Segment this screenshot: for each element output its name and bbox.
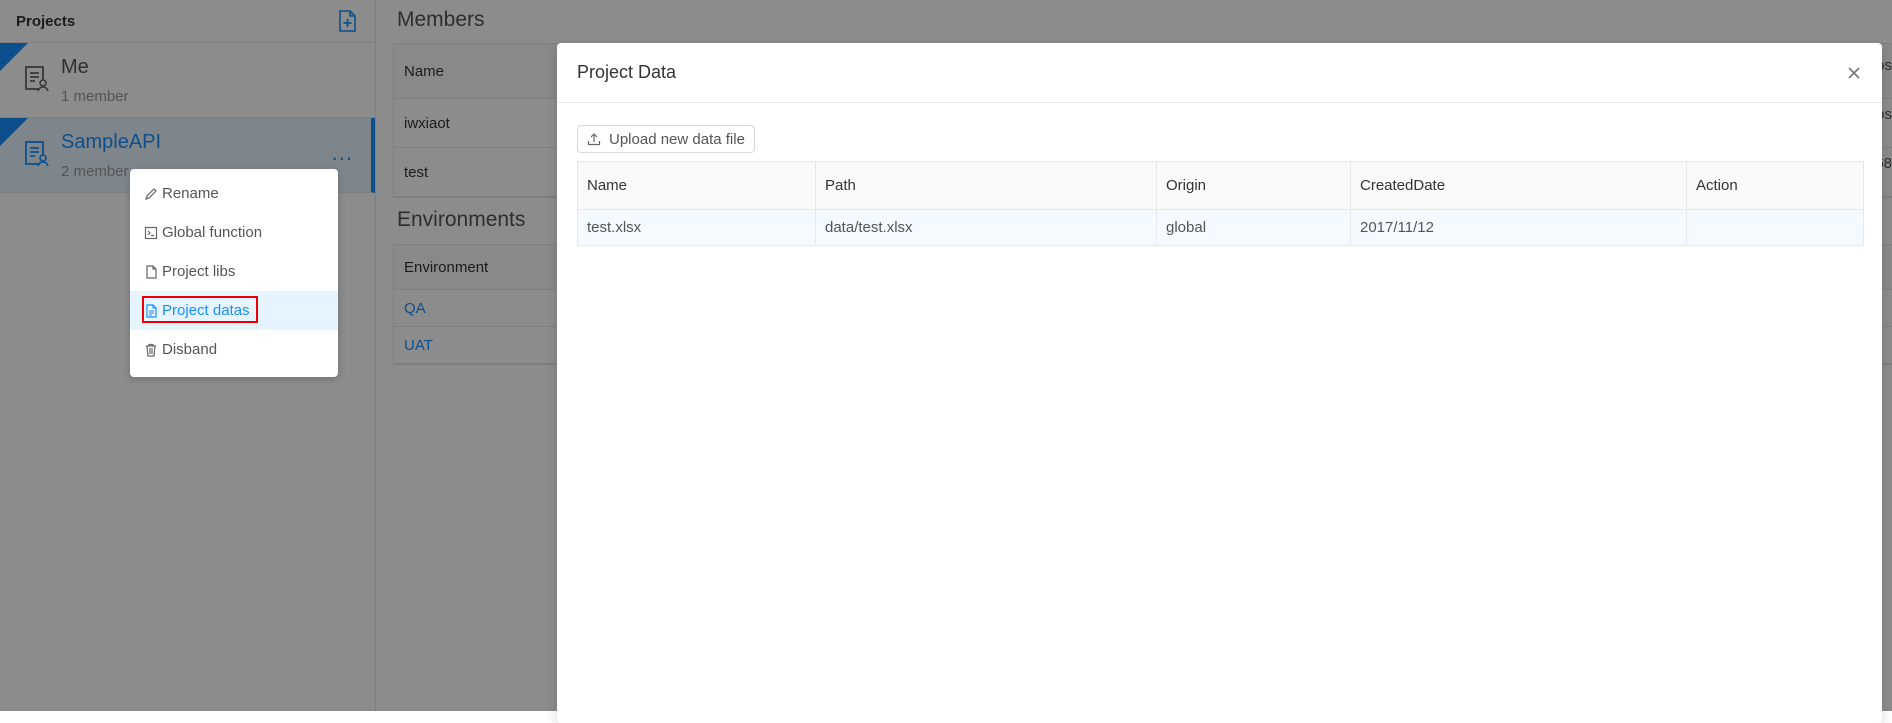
upload-icon <box>587 133 601 146</box>
column-header-created-date: CreatedDate <box>1350 161 1687 210</box>
menu-item-project-datas[interactable]: Project datas <box>130 291 338 330</box>
cell-created-date: 2017/11/12 <box>1350 209 1687 246</box>
file-icon <box>146 264 157 279</box>
menu-item-label: Disband <box>162 341 218 358</box>
column-header-origin: Origin <box>1156 161 1351 210</box>
menu-item-label: Rename <box>162 185 219 202</box>
cell-name: test.xlsx <box>577 209 816 246</box>
column-header-action: Action <box>1686 161 1864 210</box>
modal-title: Project Data <box>577 62 677 82</box>
close-icon[interactable] <box>1846 65 1862 81</box>
pencil-icon <box>145 187 157 200</box>
cell-origin: global <box>1156 209 1351 246</box>
column-header-path: Path <box>815 161 1157 210</box>
project-context-menu: Rename Global function Project libs Proj… <box>130 169 338 377</box>
menu-item-global-function[interactable]: Global function <box>130 213 338 252</box>
project-data-modal: Project Data Upload new data file Name P… <box>557 43 1882 723</box>
menu-item-label: Global function <box>162 224 263 241</box>
data-files-table: Name Path Origin CreatedDate Action test… <box>577 161 1864 246</box>
modal-header: Project Data <box>557 43 1882 103</box>
trash-icon <box>146 343 156 357</box>
column-header-name: Name <box>577 161 816 210</box>
cell-action[interactable] <box>1686 209 1864 246</box>
menu-item-disband[interactable]: Disband <box>130 330 338 369</box>
upload-data-file-button[interactable]: Upload new data file <box>577 125 755 153</box>
highlight-box <box>142 296 258 323</box>
cell-path: data/test.xlsx <box>815 209 1157 246</box>
menu-item-rename[interactable]: Rename <box>130 174 338 213</box>
upload-label: Upload new data file <box>609 130 745 148</box>
table-header-row: Name Path Origin CreatedDate Action <box>577 161 1864 210</box>
menu-item-project-libs[interactable]: Project libs <box>130 252 338 291</box>
table-row[interactable]: test.xlsx data/test.xlsx global 2017/11/… <box>577 209 1864 246</box>
menu-item-label: Project libs <box>162 263 236 280</box>
terminal-icon <box>144 226 158 239</box>
